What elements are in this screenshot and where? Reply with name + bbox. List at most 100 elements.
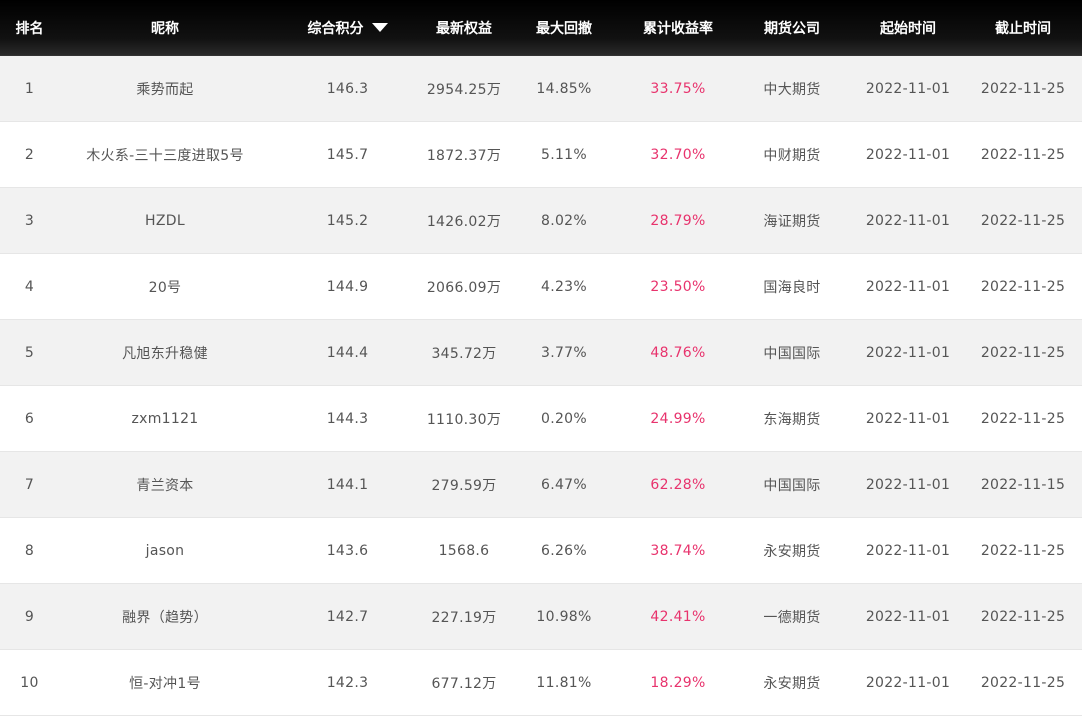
cell-company: 中财期货: [732, 121, 852, 188]
cell-drawdown: 0.20%: [504, 385, 624, 452]
cell-nickname: HZDL: [59, 187, 271, 254]
cell-start-date: 2022-11-01: [852, 253, 964, 320]
col-header-drawdown: 最大回撤: [504, 0, 624, 56]
cell-company: 永安期货: [732, 649, 852, 716]
cell-end-date: 2022-11-25: [964, 649, 1082, 716]
cell-drawdown: 8.02%: [504, 187, 624, 254]
cell-start-date: 2022-11-01: [852, 649, 964, 716]
table-row[interactable]: 9 融界（趋势） 142.7 227.19万 10.98% 42.41% 一德期货 2022-…: [0, 583, 1082, 650]
cell-score: 145.7: [271, 121, 424, 188]
cell-rank: 1: [0, 55, 59, 122]
cell-return: 32.70%: [624, 121, 732, 188]
cell-equity: 1110.30万: [424, 385, 504, 452]
cell-drawdown: 10.98%: [504, 583, 624, 650]
table-row[interactable]: 5 凡旭东升稳健 144.4 345.72万 3.77% 48.76% 中国国际 2022-1…: [0, 319, 1082, 386]
cell-return: 38.74%: [624, 517, 732, 584]
table-row[interactable]: 1 乘势而起 146.3 2954.25万 14.85% 33.75% 中大期货 2022-1…: [0, 55, 1082, 122]
cell-equity: 1426.02万: [424, 187, 504, 254]
cell-company: 中国国际: [732, 451, 852, 518]
cell-end-date: 2022-11-25: [964, 55, 1082, 122]
cell-start-date: 2022-11-01: [852, 451, 964, 518]
cell-drawdown: 3.77%: [504, 319, 624, 386]
col-header-score[interactable]: 综合积分: [271, 0, 424, 56]
cell-drawdown: 5.11%: [504, 121, 624, 188]
cell-end-date: 2022-11-25: [964, 583, 1082, 650]
table-header-row: 排名 昵称 综合积分 最新权益 最大回撤 累计收益率 期货公司 起始时间 截止时…: [0, 0, 1082, 56]
cell-rank: 5: [0, 319, 59, 386]
cell-start-date: 2022-11-01: [852, 583, 964, 650]
cell-return: 48.76%: [624, 319, 732, 386]
cell-return: 33.75%: [624, 55, 732, 122]
cell-nickname: 恒-对冲1号: [59, 649, 271, 716]
cell-equity: 2066.09万: [424, 253, 504, 320]
cell-company: 一德期货: [732, 583, 852, 650]
cell-equity: 677.12万: [424, 649, 504, 716]
cell-company: 中国国际: [732, 319, 852, 386]
cell-rank: 9: [0, 583, 59, 650]
cell-nickname: 青兰资本: [59, 451, 271, 518]
cell-equity: 1568.6: [424, 517, 504, 584]
cell-rank: 10: [0, 649, 59, 716]
cell-start-date: 2022-11-01: [852, 187, 964, 254]
table-row[interactable]: 6 zxm1121 144.3 1110.30万 0.20% 24.99% 东海期货 2022…: [0, 385, 1082, 452]
cell-equity: 345.72万: [424, 319, 504, 386]
cell-score: 143.6: [271, 517, 424, 584]
cell-start-date: 2022-11-01: [852, 121, 964, 188]
cell-rank: 2: [0, 121, 59, 188]
cell-rank: 6: [0, 385, 59, 452]
cell-score: 144.9: [271, 253, 424, 320]
cell-start-date: 2022-11-01: [852, 385, 964, 452]
cell-end-date: 2022-11-25: [964, 121, 1082, 188]
cell-equity: 1872.37万: [424, 121, 504, 188]
table-row[interactable]: 3 HZDL 145.2 1426.02万 8.02% 28.79% 海证期货 2022-11…: [0, 187, 1082, 254]
cell-start-date: 2022-11-01: [852, 55, 964, 122]
cell-end-date: 2022-11-15: [964, 451, 1082, 518]
cell-drawdown: 6.26%: [504, 517, 624, 584]
sort-desc-icon[interactable]: [371, 23, 388, 32]
cell-return: 23.50%: [624, 253, 732, 320]
cell-nickname: 乘势而起: [59, 55, 271, 122]
table-row[interactable]: 10 恒-对冲1号 142.3 677.12万 11.81% 18.29% 永安期货 2022…: [0, 649, 1082, 716]
col-header-company: 期货公司: [732, 0, 852, 56]
col-header-equity: 最新权益: [424, 0, 504, 56]
table-body: 1 乘势而起 146.3 2954.25万 14.85% 33.75% 中大期货 2022-1…: [0, 55, 1082, 716]
cell-company: 东海期货: [732, 385, 852, 452]
cell-nickname: 20号: [59, 253, 271, 320]
table-row[interactable]: 8 jason 143.6 1568.6 6.26% 38.74% 永安期货 2022-11-…: [0, 517, 1082, 584]
col-header-score-label: 综合积分: [307, 20, 364, 37]
cell-return: 62.28%: [624, 451, 732, 518]
cell-equity: 2954.25万: [424, 55, 504, 122]
cell-rank: 3: [0, 187, 59, 254]
col-header-rank: 排名: [0, 0, 59, 56]
cell-end-date: 2022-11-25: [964, 253, 1082, 320]
cell-equity: 227.19万: [424, 583, 504, 650]
cell-return: 28.79%: [624, 187, 732, 254]
cell-end-date: 2022-11-25: [964, 319, 1082, 386]
cell-equity: 279.59万: [424, 451, 504, 518]
cell-score: 142.3: [271, 649, 424, 716]
cell-score: 144.4: [271, 319, 424, 386]
cell-score: 145.2: [271, 187, 424, 254]
cell-start-date: 2022-11-01: [852, 517, 964, 584]
cell-rank: 8: [0, 517, 59, 584]
table-row[interactable]: 4 20号 144.9 2066.09万 4.23% 23.50% 国海良时 2022-11-…: [0, 253, 1082, 320]
cell-end-date: 2022-11-25: [964, 385, 1082, 452]
cell-nickname: zxm1121: [59, 385, 271, 452]
cell-end-date: 2022-11-25: [964, 187, 1082, 254]
cell-rank: 4: [0, 253, 59, 320]
table-row[interactable]: 7 青兰资本 144.1 279.59万 6.47% 62.28% 中国国际 2022-11-…: [0, 451, 1082, 518]
cell-score: 144.3: [271, 385, 424, 452]
cell-start-date: 2022-11-01: [852, 319, 964, 386]
cell-nickname: 凡旭东升稳健: [59, 319, 271, 386]
table-row[interactable]: 2 木火系-三十三度进取5号 145.7 1872.37万 5.11% 32.70% 中财期…: [0, 121, 1082, 188]
cell-drawdown: 4.23%: [504, 253, 624, 320]
cell-return: 42.41%: [624, 583, 732, 650]
cell-score: 146.3: [271, 55, 424, 122]
cell-return: 24.99%: [624, 385, 732, 452]
cell-score: 144.1: [271, 451, 424, 518]
col-header-return: 累计收益率: [624, 0, 732, 56]
cell-rank: 7: [0, 451, 59, 518]
cell-drawdown: 6.47%: [504, 451, 624, 518]
cell-drawdown: 11.81%: [504, 649, 624, 716]
col-header-end: 截止时间: [964, 0, 1082, 56]
